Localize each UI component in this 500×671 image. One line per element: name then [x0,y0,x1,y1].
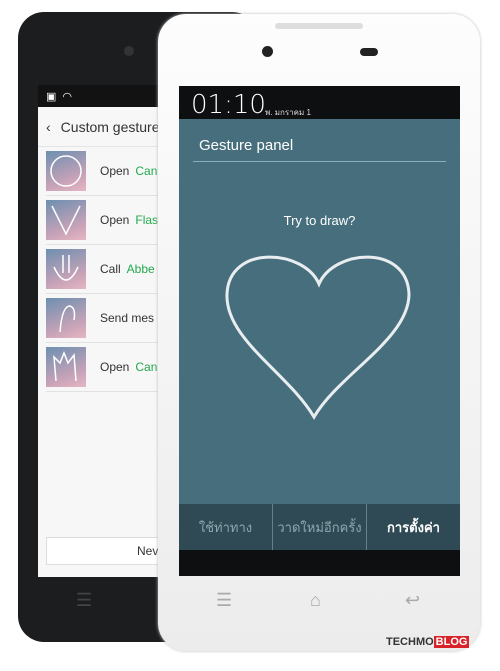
gesture-hook-icon [46,298,86,338]
wifi-icon: ◠ [62,90,73,103]
target-label: Abbe [126,262,155,276]
gesture-m-icon [46,347,86,387]
action-label: Open [100,213,130,227]
gesture-panel[interactable]: Gesture panel Try to draw? ใช้ท่าทาง วาด… [179,119,460,550]
gesture-list-item[interactable]: Open Flas [46,196,163,245]
target-label: Flas [135,213,159,227]
heart-drawing [225,255,411,420]
action-label: Open [100,360,130,374]
date: พ. มกราคม 1 [265,108,311,117]
action-label: Send mes [100,311,155,325]
prompt: Try to draw? [283,213,356,228]
watermark-logo: TECHMO BLOG [386,636,470,648]
right-screen: 01:10 พ. มกราคม 1 Gesture panel Try to d… [179,86,460,576]
status-bar: ▣ ◠ [38,85,163,107]
menu-icon-left[interactable]: ☰ [76,590,92,611]
action-label: Open [100,164,130,178]
target-label: Can [135,164,158,178]
target-label: Can [135,360,158,374]
divider [193,161,446,162]
gesture-list-item[interactable]: Call Abbe [46,245,163,294]
use-gesture-button[interactable]: ใช้ท่าทาง [179,504,273,550]
gesture-v-icon [46,200,86,240]
gesture-circle-icon [46,151,86,191]
left-screen: ▣ ◠ ‹ Custom gesture Open Can Open Flas Call Ab… [38,85,163,577]
settings-button[interactable]: การตั้งค่า [367,504,460,550]
clock: 01:10 [191,90,266,120]
gesture-list-item[interactable]: Open Can [46,343,163,392]
speaker [275,23,363,29]
camera-left [124,46,134,56]
home-icon[interactable]: ⌂ [310,590,321,611]
menu-icon[interactable]: ☰ [216,590,232,611]
panel-title: Gesture panel [199,137,294,154]
back-nav-icon[interactable]: ↩ [405,590,420,611]
back-icon[interactable]: ‹ [46,119,51,135]
action-label: Call [100,262,121,276]
redraw-button[interactable]: วาดใหม่อีกครั้ง [273,504,367,550]
header: ‹ Custom gesture [38,107,163,147]
gesture-u-lines-icon [46,249,86,289]
sensor [360,48,378,56]
sim-icon: ▣ [46,90,57,103]
page-title: Custom gesture [60,118,160,135]
gesture-list-item[interactable]: Open Can [46,147,163,196]
gesture-list-item[interactable]: Send mes [46,294,163,343]
camera [262,46,273,57]
new-gesture-button[interactable]: Nev [46,537,163,565]
